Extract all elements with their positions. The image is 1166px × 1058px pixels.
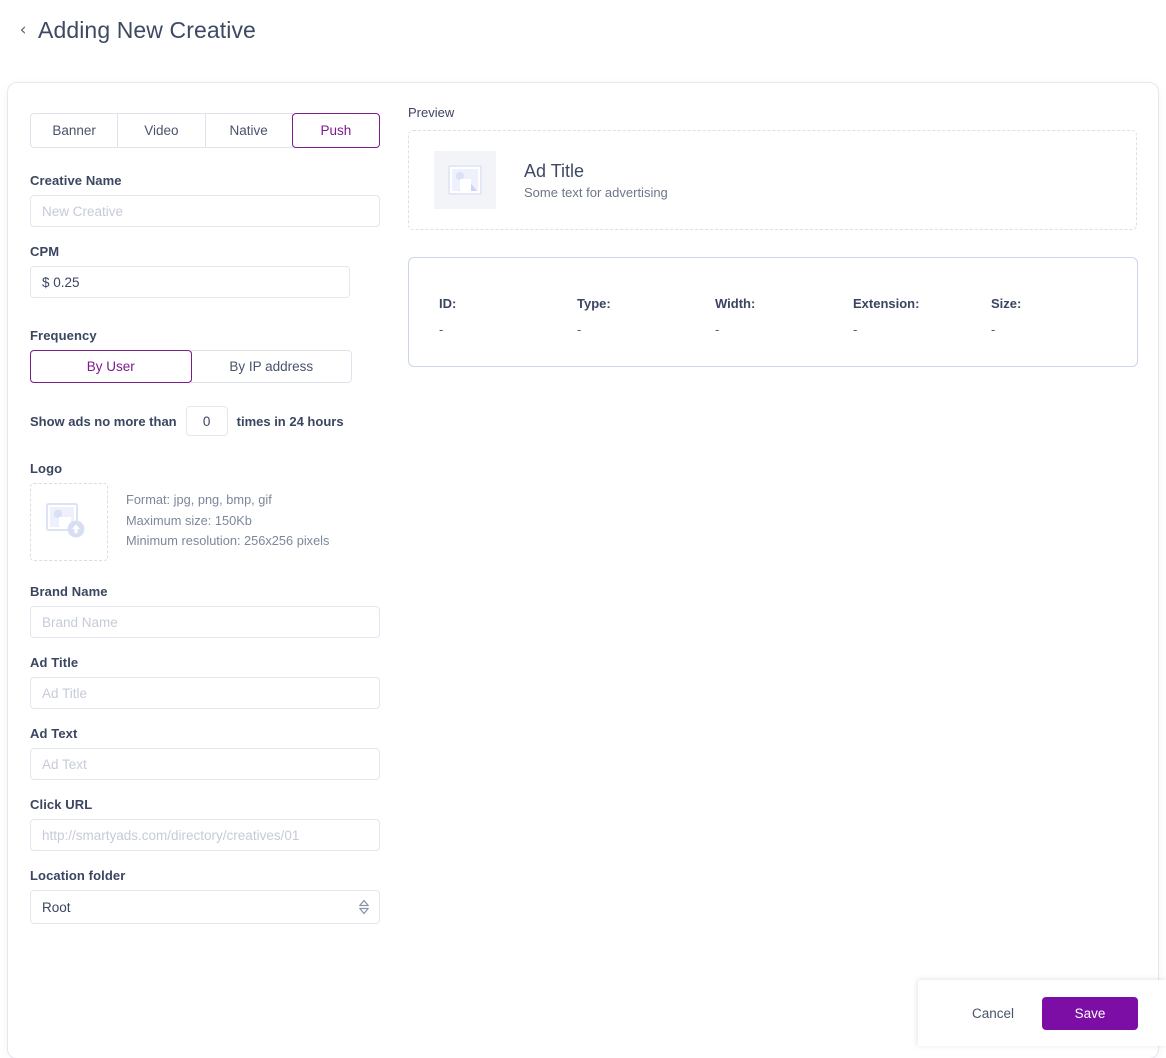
info-field-type: Type: - <box>577 296 715 366</box>
brand-name-label: Brand Name <box>30 584 108 599</box>
info-value-id: - <box>439 322 444 337</box>
save-button[interactable]: Save <box>1042 996 1138 1030</box>
frequency-toggle: By User By IP address <box>30 350 352 383</box>
location-folder-label: Location folder <box>30 868 126 883</box>
creative-form: Banner Video Native Push Creative Name C… <box>30 113 390 941</box>
cancel-button[interactable]: Cancel <box>970 1000 1016 1027</box>
creative-type-tabs: Banner Video Native Push <box>30 113 380 148</box>
info-key-size: Size: <box>991 296 1022 311</box>
preview-ad-box: Ad Title Some text for advertising <box>408 130 1137 230</box>
tab-video[interactable]: Video <box>117 113 206 148</box>
frequency-limit-prefix: Show ads no more than <box>30 413 177 429</box>
logo-hint-maxsize: Maximum size: 150Kb <box>126 512 252 528</box>
preview-ad-title: Ad Title <box>524 160 585 181</box>
info-key-id: ID: <box>439 296 457 311</box>
brand-name-field: Brand Name <box>30 584 390 638</box>
form-action-bar: Cancel Save <box>918 980 1166 1046</box>
info-field-id: ID: - <box>439 296 577 366</box>
image-upload-icon <box>45 501 93 543</box>
preview-ad-subtitle: Some text for advertising <box>524 184 668 200</box>
info-field-extension: Extension: - <box>853 296 991 366</box>
ad-title-label: Ad Title <box>30 655 79 670</box>
image-placeholder-icon <box>445 163 485 197</box>
preview-panel: Preview Ad Title Some text for advertisi… <box>408 105 1148 367</box>
preview-label: Preview <box>408 105 455 120</box>
info-field-width: Width: - <box>715 296 853 366</box>
frequency-label: Frequency <box>30 328 97 343</box>
creative-name-label: Creative Name <box>30 173 122 188</box>
page-header: ‹ Adding New Creative <box>0 0 1166 60</box>
creative-info-box: ID: - Type: - Width: - Extension: - Size… <box>408 257 1138 367</box>
info-value-size: - <box>991 322 996 337</box>
ad-text-label: Ad Text <box>30 726 78 741</box>
tab-banner[interactable]: Banner <box>30 113 119 148</box>
click-url-input[interactable] <box>30 819 380 851</box>
creative-name-input[interactable] <box>30 195 380 227</box>
cpm-label: CPM <box>30 244 60 259</box>
preview-thumbnail <box>434 151 496 209</box>
info-key-width: Width: <box>715 296 756 311</box>
brand-name-input[interactable] <box>30 606 380 638</box>
tab-push[interactable]: Push <box>291 113 380 148</box>
ad-text-field: Ad Text <box>30 726 390 780</box>
frequency-by-user-button[interactable]: By User <box>30 350 192 383</box>
logo-label: Logo <box>30 461 63 476</box>
frequency-limit-input[interactable] <box>185 406 228 436</box>
logo-dropzone[interactable] <box>30 483 108 561</box>
info-value-width: - <box>715 322 720 337</box>
location-folder-field: Location folder Root <box>30 868 390 924</box>
cpm-input[interactable] <box>30 266 350 298</box>
frequency-limit-suffix: times in 24 hours <box>236 413 344 429</box>
logo-upload-row: Format: jpg, png, bmp, gif Maximum size:… <box>30 483 390 561</box>
click-url-label: Click URL <box>30 797 93 812</box>
location-folder-select[interactable]: Root <box>30 890 380 924</box>
creative-name-field: Creative Name <box>30 173 390 227</box>
info-key-type: Type: <box>577 296 611 311</box>
tab-native[interactable]: Native <box>204 113 293 148</box>
ad-text-input[interactable] <box>30 748 380 780</box>
click-url-field: Click URL <box>30 797 390 851</box>
cpm-field: CPM <box>30 244 390 298</box>
page-title: Adding New Creative <box>38 16 256 43</box>
location-folder-value: Root <box>42 899 71 915</box>
logo-hints: Format: jpg, png, bmp, gif Maximum size:… <box>126 483 329 552</box>
info-field-size: Size: - <box>991 296 1129 366</box>
ad-title-field: Ad Title <box>30 655 390 709</box>
info-value-extension: - <box>853 322 858 337</box>
frequency-by-ip-button[interactable]: By IP address <box>190 350 352 383</box>
info-value-type: - <box>577 322 582 337</box>
chevron-left-icon[interactable]: ‹ <box>12 17 34 43</box>
creative-form-card: Banner Video Native Push Creative Name C… <box>8 83 1158 1058</box>
logo-hint-format: Format: jpg, png, bmp, gif <box>126 492 272 507</box>
info-key-extension: Extension: <box>853 296 920 311</box>
frequency-limit-row: Show ads no more than times in 24 hours <box>30 406 390 436</box>
logo-hint-resolution: Minimum resolution: 256x256 pixels <box>126 533 330 549</box>
ad-title-input[interactable] <box>30 677 380 709</box>
